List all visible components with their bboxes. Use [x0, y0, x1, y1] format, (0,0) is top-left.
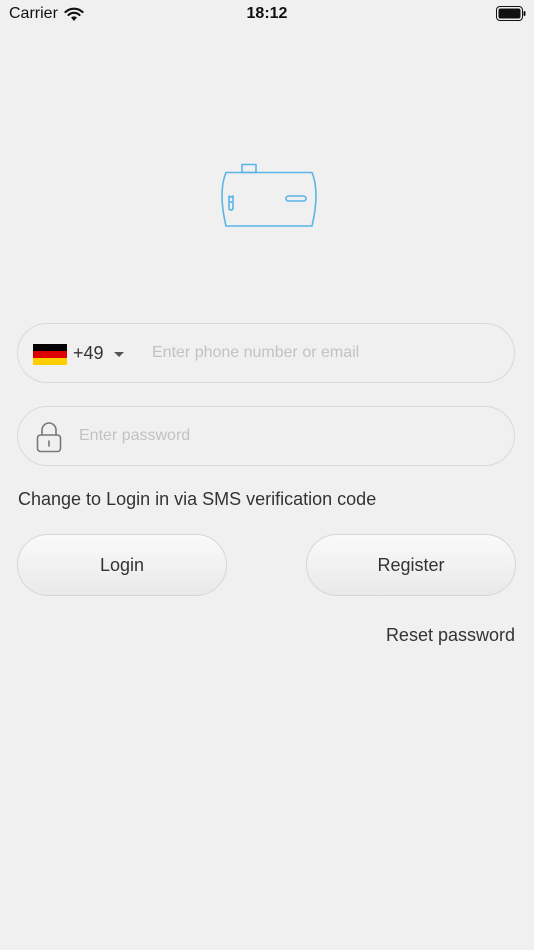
reset-password-link[interactable]: Reset password — [386, 625, 515, 646]
germany-flag-icon[interactable] — [33, 344, 67, 365]
lock-icon — [36, 422, 62, 453]
device-logo-icon — [221, 163, 317, 227]
clock: 18:12 — [246, 5, 288, 22]
phone-field: +49 — [17, 323, 515, 383]
country-code[interactable]: +49 — [73, 343, 104, 364]
battery-icon — [496, 6, 526, 21]
sms-login-link[interactable]: Change to Login in via SMS verification … — [18, 489, 376, 510]
phone-input[interactable] — [152, 324, 502, 382]
status-bar: Carrier 18:12 — [0, 0, 534, 28]
password-input[interactable] — [79, 407, 499, 465]
register-button[interactable]: Register — [306, 534, 516, 596]
password-field — [17, 406, 515, 466]
country-dropdown-icon[interactable] — [114, 352, 124, 357]
login-button[interactable]: Login — [17, 534, 227, 596]
